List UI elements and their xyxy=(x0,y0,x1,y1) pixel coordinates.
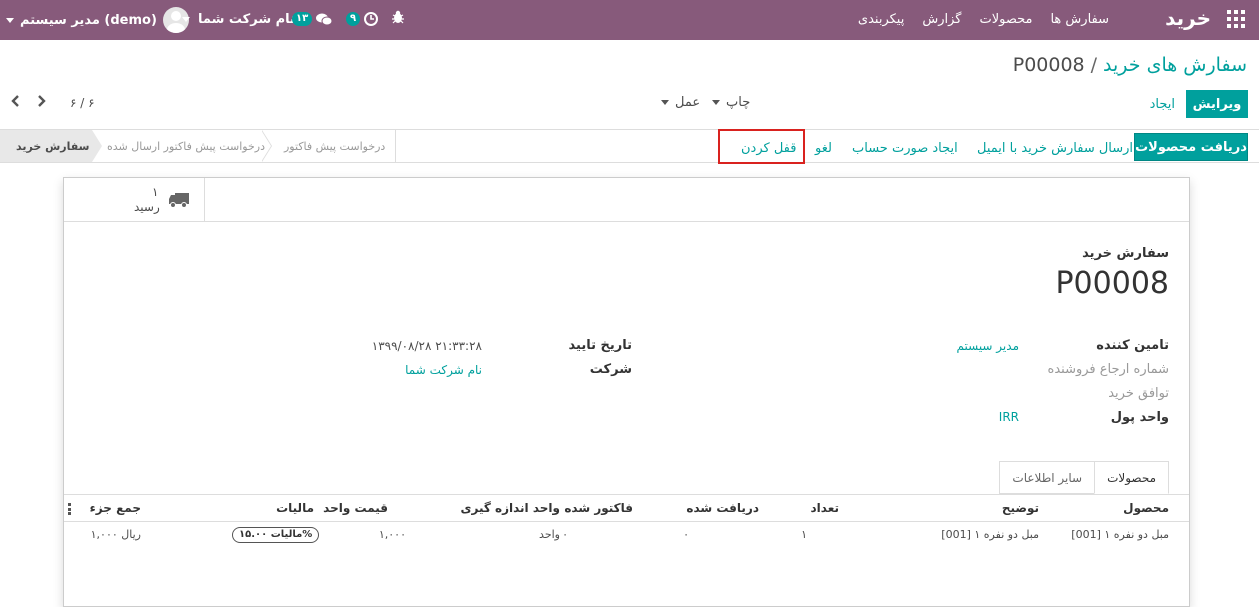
edit-button[interactable]: ویرایش xyxy=(1186,90,1248,118)
chevron-down-icon xyxy=(182,17,190,22)
receipts-label: رسید xyxy=(134,200,160,214)
main-menu: سفارش ها محصولات گزارش پیکربندی xyxy=(858,12,1109,27)
confirmation-date-label: تاریخ تایید xyxy=(568,338,632,353)
stage-arrow xyxy=(92,130,102,162)
col-unit-price[interactable]: قیمت واحد xyxy=(323,501,388,515)
col-description[interactable]: توضیح xyxy=(1002,501,1039,515)
line-billed: ۰ xyxy=(562,528,568,541)
line-subtotal: ۱,۰۰۰ ریال xyxy=(90,528,141,541)
line-uom: واحد xyxy=(539,528,560,541)
currency-field[interactable]: IRR xyxy=(999,410,1019,424)
col-uom[interactable]: واحد اندازه گیری xyxy=(460,501,560,515)
breadcrumb: سفارش های خرید / P00008 xyxy=(1013,54,1247,76)
line-quantity: ۱ xyxy=(801,528,807,541)
receive-products-button[interactable]: دریافت محصولات xyxy=(1134,133,1248,161)
company-label: شرکت xyxy=(589,362,632,377)
statusbar: دریافت محصولات ارسال سفارش خرید با ایمیل… xyxy=(0,129,1259,163)
tab-products[interactable]: محصولات xyxy=(1094,461,1169,494)
apps-menu-icon[interactable] xyxy=(1227,10,1245,28)
pager-previous-button[interactable] xyxy=(10,93,20,113)
receipts-count: ۱ xyxy=(152,185,159,199)
vendor-field[interactable]: مدیر سیستم xyxy=(957,339,1020,353)
activity-menu[interactable]: ۹ xyxy=(346,12,379,26)
col-product[interactable]: محصول xyxy=(1123,501,1169,515)
send-po-email-button[interactable]: ارسال سفارش خرید با ایمیل xyxy=(977,137,1133,159)
print-label: چاپ xyxy=(726,95,751,110)
pager-next-button[interactable] xyxy=(37,93,47,113)
company-field[interactable]: نام شرکت شما xyxy=(405,363,482,377)
clock-icon xyxy=(364,12,379,26)
breadcrumb-separator: / xyxy=(1090,54,1098,76)
chevron-down-icon xyxy=(712,100,720,105)
col-taxes[interactable]: مالیات xyxy=(276,501,314,515)
company-switcher[interactable]: نام شرکت شما xyxy=(182,12,295,27)
notebook-tabs: محصولات سایر اطلاعات xyxy=(999,461,1169,494)
tax-badge: مالیات ۱۵.۰۰% xyxy=(232,527,320,543)
smart-button-box: ۱ رسید xyxy=(64,178,1189,222)
pager-value[interactable]: ۶ / ۶ xyxy=(70,96,95,110)
user-name: مدیر سیستم (demo) xyxy=(20,12,157,28)
chevron-left-icon xyxy=(11,95,19,107)
user-menu[interactable]: مدیر سیستم (demo) xyxy=(6,7,189,33)
form-sheet: ۱ رسید سفارش خرید P00008 تامین کننده مدی… xyxy=(63,177,1190,607)
line-unit-price: ۱,۰۰۰ xyxy=(378,528,406,541)
breadcrumb-parent[interactable]: سفارش های خرید xyxy=(1103,54,1247,76)
app-brand[interactable]: خرید xyxy=(1165,6,1211,30)
col-received[interactable]: دریافت شده xyxy=(686,501,759,515)
receipts-smart-button[interactable]: ۱ رسید xyxy=(64,178,205,221)
status-stages: سفارش خرید درخواست پیش فاکتور ارسال شده … xyxy=(0,130,396,162)
line-description: [001] مبل دو نفره ۱ xyxy=(941,528,1039,541)
currency-label: واحد پول xyxy=(1110,410,1169,425)
print-dropdown[interactable]: چاپ xyxy=(712,95,750,110)
line-product: [001] مبل دو نفره ۱ xyxy=(1071,528,1169,541)
bug-icon[interactable] xyxy=(392,10,404,28)
chat-icon xyxy=(316,13,333,25)
optional-columns-icon[interactable] xyxy=(68,503,71,515)
stage-rfq: درخواست پیش فاکتور xyxy=(284,139,386,153)
table-row[interactable]: [001] مبل دو نفره ۱ [001] مبل دو نفره ۱ … xyxy=(64,522,1189,550)
col-subtotal[interactable]: جمع جزء xyxy=(90,501,141,515)
action-dropdown[interactable]: عمل xyxy=(661,95,700,110)
truck-icon xyxy=(169,193,189,208)
vendor-label: تامین کننده xyxy=(1096,338,1169,353)
messaging-menu[interactable]: ۱۳ xyxy=(292,12,333,26)
stage-purchase-order: سفارش خرید xyxy=(16,139,90,153)
stage-rfq-sent: درخواست پیش فاکتور ارسال شده xyxy=(107,139,266,153)
tab-other-info[interactable]: سایر اطلاعات xyxy=(999,461,1096,494)
confirmation-date-value: ۱۳۹۹/۰۸/۲۸ ۲۱:۳۳:۲۸ xyxy=(371,339,482,353)
cancel-button[interactable]: لغو xyxy=(815,137,832,159)
chevron-down-icon xyxy=(661,100,669,105)
menu-orders[interactable]: سفارش ها xyxy=(1050,12,1109,27)
chevron-right-icon xyxy=(38,95,46,107)
purchase-agreement-label: توافق خرید xyxy=(1108,386,1169,401)
col-billed[interactable]: فاکتور شده xyxy=(564,501,633,515)
menu-products[interactable]: محصولات xyxy=(979,12,1032,27)
vendor-reference-label: شماره ارجاع فروشنده xyxy=(1047,362,1169,377)
col-quantity[interactable]: تعداد xyxy=(811,501,839,515)
line-received: ۰ xyxy=(683,528,689,541)
activity-count-badge: ۹ xyxy=(346,12,361,26)
create-button[interactable]: ایجاد xyxy=(1150,90,1175,118)
company-name: نام شرکت شما xyxy=(198,12,295,27)
chevron-down-icon xyxy=(6,17,14,23)
order-lines-header: محصول توضیح تعداد دریافت شده فاکتور شده … xyxy=(64,494,1189,522)
top-navbar: خرید سفارش ها محصولات گزارش پیکربندی مدی… xyxy=(0,0,1259,40)
lock-button-highlight xyxy=(718,129,805,164)
po-name: P00008 xyxy=(1055,266,1169,301)
create-bill-button[interactable]: ایجاد صورت حساب xyxy=(852,137,958,159)
form-title-label: سفارش خرید xyxy=(1082,246,1169,261)
action-label: عمل xyxy=(675,95,701,110)
menu-configuration[interactable]: پیکربندی xyxy=(858,12,904,27)
chat-count-badge: ۱۳ xyxy=(292,12,313,26)
menu-reporting[interactable]: گزارش xyxy=(922,12,961,27)
breadcrumb-current: P00008 xyxy=(1012,54,1085,76)
